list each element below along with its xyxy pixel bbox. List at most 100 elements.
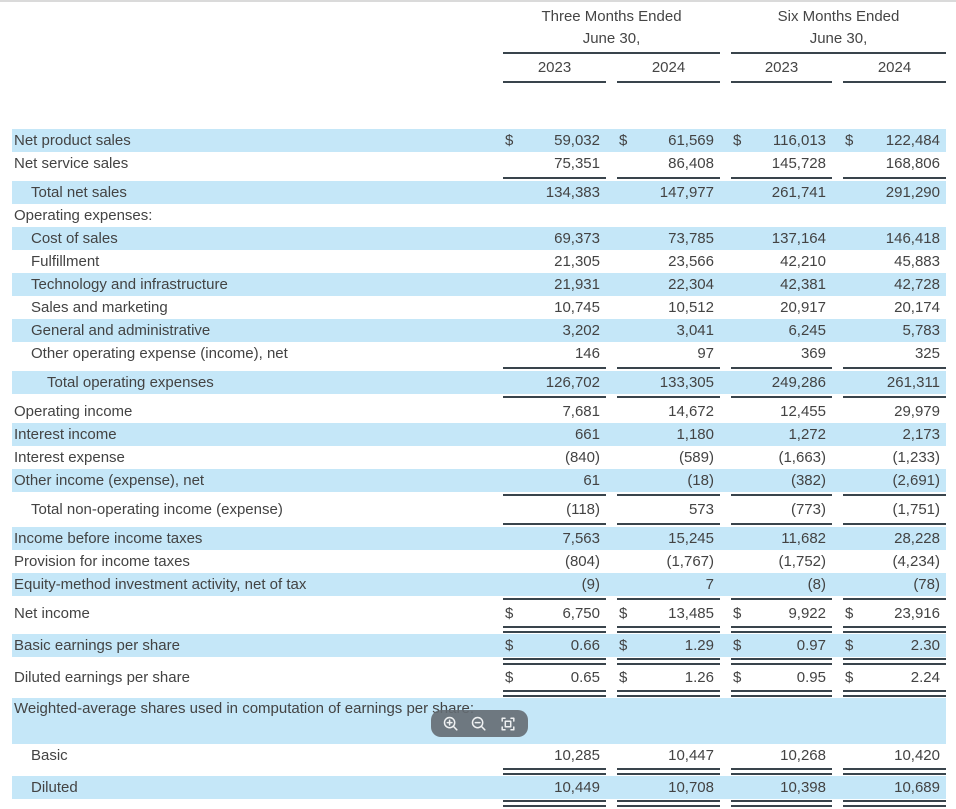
value-text: 7 <box>706 573 720 596</box>
value-text: 137,164 <box>772 227 832 250</box>
value-text: (382) <box>791 469 832 492</box>
value-cell: 75,351 <box>503 152 606 175</box>
value-text: 0.66 <box>571 634 606 657</box>
row-label: Cost of sales <box>12 227 492 250</box>
value-cell: 10,398 <box>731 776 832 799</box>
value-cell: 2,173 <box>843 423 946 446</box>
period-group-subtitle: June 30, <box>503 28 720 54</box>
value-cell: 42,210 <box>731 250 832 273</box>
value-text: 20,917 <box>780 296 832 319</box>
rule-segment <box>503 768 606 775</box>
value-cell: 369 <box>731 342 832 365</box>
value-text: 145,728 <box>772 152 832 175</box>
value-cell: 126,702 <box>503 371 606 394</box>
value-cell: 137,164 <box>731 227 832 250</box>
rule-label-spacer <box>12 657 492 666</box>
rule-segment <box>617 800 720 807</box>
value-text: (773) <box>791 498 832 521</box>
row-label: Operating income <box>12 400 492 423</box>
value-text: 45,883 <box>894 250 946 273</box>
value-cell: 5,783 <box>843 319 946 342</box>
value-cell: (1,752) <box>731 550 832 573</box>
value-text: (1,751) <box>892 498 946 521</box>
zoom-out-button[interactable] <box>468 713 490 735</box>
value-cell: $2.30 <box>843 634 946 657</box>
value-cell: (382) <box>731 469 832 492</box>
value-text: 42,728 <box>894 273 946 296</box>
value-cell: (8) <box>731 573 832 596</box>
value-text: 146 <box>575 342 606 365</box>
row-label: Total net sales <box>12 181 492 204</box>
value-cell <box>843 204 946 227</box>
value-text: 75,351 <box>554 152 606 175</box>
value-cell: $6,750 <box>503 602 606 625</box>
value-text <box>600 204 606 227</box>
value-text: 15,245 <box>668 527 720 550</box>
value-text: 10,285 <box>554 744 606 767</box>
year-column-header: 2024 <box>843 57 946 83</box>
value-cell: 3,041 <box>617 319 720 342</box>
value-text: 29,979 <box>894 400 946 423</box>
value-cell <box>617 204 720 227</box>
currency-symbol: $ <box>617 666 627 689</box>
period-group-title: Three Months Ended <box>503 6 720 28</box>
value-text <box>940 698 946 744</box>
value-cell: 23,566 <box>617 250 720 273</box>
table-row: Interest expense(840)(589)(1,663)(1,233) <box>12 446 946 469</box>
value-cell: 73,785 <box>617 227 720 250</box>
rule-row <box>12 625 946 634</box>
table-row: Interest income6611,1801,2722,173 <box>12 423 946 446</box>
value-text: 11,682 <box>781 527 832 550</box>
value-cell: $0.97 <box>731 634 832 657</box>
value-cell: $0.66 <box>503 634 606 657</box>
value-text <box>826 204 832 227</box>
value-cell: (18) <box>617 469 720 492</box>
rule-segment <box>617 690 720 697</box>
value-text: 2.24 <box>911 666 946 689</box>
value-text: 73,785 <box>668 227 720 250</box>
value-text: 261,741 <box>772 181 832 204</box>
currency-symbol: $ <box>503 602 513 625</box>
row-label: Operating expenses: <box>12 204 492 227</box>
value-text: (589) <box>679 446 720 469</box>
row-label: Provision for income taxes <box>12 550 492 573</box>
value-text: 20,174 <box>894 296 946 319</box>
value-cell: 7 <box>617 573 720 596</box>
value-cell: 97 <box>617 342 720 365</box>
currency-symbol: $ <box>843 634 853 657</box>
table-row: Equity-method investment activity, net o… <box>12 573 946 596</box>
value-cell: 10,745 <box>503 296 606 319</box>
period-group-title: Six Months Ended <box>731 6 946 28</box>
value-text: (8) <box>808 573 832 596</box>
fit-view-icon <box>499 715 517 733</box>
row-label: General and administrative <box>12 319 492 342</box>
value-text: 6,750 <box>562 602 606 625</box>
value-cell: 6,245 <box>731 319 832 342</box>
value-cell: 12,455 <box>731 400 832 423</box>
value-text: 369 <box>801 342 832 365</box>
value-cell: 168,806 <box>843 152 946 175</box>
value-cell: $1.29 <box>617 634 720 657</box>
zoom-in-button[interactable] <box>440 713 462 735</box>
rule-row <box>12 799 946 808</box>
value-text: 122,484 <box>886 129 946 152</box>
value-text: 23,566 <box>668 250 720 273</box>
value-cell: 10,447 <box>617 744 720 767</box>
value-cell: 573 <box>617 498 720 521</box>
value-text: (9) <box>582 573 606 596</box>
value-text: 3,041 <box>676 319 720 342</box>
currency-symbol: $ <box>731 666 741 689</box>
row-label: Other income (expense), net <box>12 469 492 492</box>
document-viewer-page: { "header": { "groups": [ { "title": "Th… <box>0 0 956 809</box>
table-row: Net product sales$59,032$61,569$116,013$… <box>12 129 946 152</box>
table-row: Other operating expense (income), net 146… <box>12 342 946 365</box>
value-text <box>940 204 946 227</box>
fit-view-button[interactable] <box>497 713 519 735</box>
value-text: 97 <box>697 342 720 365</box>
row-label: Other operating expense (income), net <box>12 342 492 365</box>
value-cell: 145,728 <box>731 152 832 175</box>
table-header: Three Months Ended Six Months Ended June… <box>12 6 946 129</box>
value-cell: 21,931 <box>503 273 606 296</box>
value-text: 2.30 <box>911 634 946 657</box>
table-row: Operating expenses: <box>12 204 946 227</box>
